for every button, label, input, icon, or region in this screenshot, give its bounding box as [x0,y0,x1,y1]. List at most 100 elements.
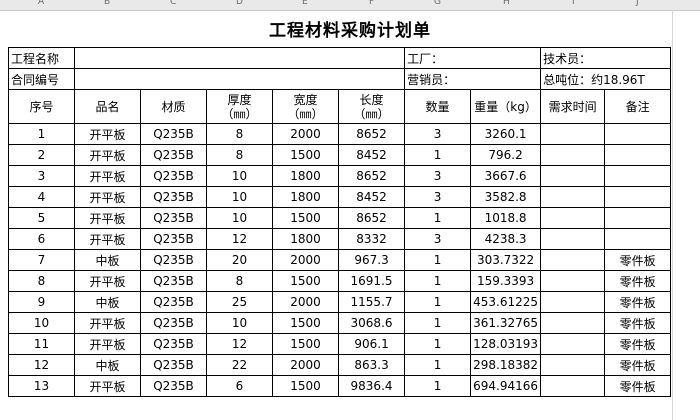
header-product[interactable]: 品名 [74,89,141,124]
cell-seq[interactable]: 7 [8,249,75,271]
cell-thickness[interactable]: 12 [206,228,273,250]
cell-length[interactable]: 9836.4 [337,375,406,397]
cell-width[interactable]: 1500 [272,312,339,334]
header-width[interactable]: 宽度 （㎜） [272,89,339,124]
factory-label[interactable]: 工厂： [404,47,542,69]
header-length[interactable]: 长度 （㎜） [337,89,406,124]
column-letter-b[interactable]: B [104,0,110,7]
cell-remark[interactable] [604,186,672,208]
column-letter-d[interactable]: D [236,0,243,7]
contract-label[interactable]: 合同编号 [8,68,75,90]
cell-width[interactable]: 2000 [272,123,339,145]
cell-thickness[interactable]: 10 [206,207,273,229]
cell-remark[interactable]: 零件板 [604,354,672,376]
cell-product[interactable]: 开平板 [74,123,141,145]
cell-remark[interactable] [604,207,672,229]
cell-length[interactable]: 863.3 [337,354,406,376]
header-remark[interactable]: 备注 [604,89,672,124]
cell-width[interactable]: 2000 [272,249,339,271]
column-letter-i[interactable]: I [572,0,575,7]
cell-req-time[interactable] [540,186,606,208]
cell-weight[interactable]: 298.18382 [470,354,542,376]
cell-seq[interactable]: 8 [8,270,75,292]
cell-seq[interactable]: 9 [8,291,75,313]
cell-seq[interactable]: 13 [8,375,75,397]
cell-material[interactable]: Q235B [140,249,207,271]
cell-product[interactable]: 开平板 [74,312,141,334]
cell-product[interactable]: 开平板 [74,165,141,187]
cell-qty[interactable]: 1 [404,354,472,376]
cell-weight[interactable]: 3582.8 [470,186,542,208]
cell-seq[interactable]: 4 [8,186,75,208]
cell-seq[interactable]: 5 [8,207,75,229]
cell-remark[interactable] [604,165,672,187]
cell-width[interactable]: 2000 [272,354,339,376]
cell-qty[interactable]: 1 [404,291,472,313]
cell-qty[interactable]: 1 [404,207,472,229]
cell-width[interactable]: 1500 [272,270,339,292]
contract-value[interactable] [73,68,406,90]
cell-weight[interactable]: 796.2 [470,144,542,166]
cell-weight[interactable]: 1018.8 [470,207,542,229]
cell-product[interactable]: 开平板 [74,333,141,355]
cell-qty[interactable]: 1 [404,270,472,292]
title-row[interactable]: 工程材料采购计划单 [0,11,700,46]
cell-seq[interactable]: 12 [8,354,75,376]
cell-length[interactable]: 967.3 [337,249,406,271]
cell-req-time[interactable] [540,207,606,229]
cell-width[interactable]: 1800 [272,228,339,250]
cell-width[interactable]: 1500 [272,375,339,397]
cell-material[interactable]: Q235B [140,123,207,145]
cell-thickness[interactable]: 25 [206,291,273,313]
cell-width[interactable]: 1500 [272,207,339,229]
cell-thickness[interactable]: 12 [206,333,273,355]
tech-label[interactable]: 技术员： [540,47,672,69]
cell-qty[interactable]: 3 [404,123,472,145]
cell-weight[interactable]: 128.03193 [470,333,542,355]
cell-seq[interactable]: 6 [8,228,75,250]
cell-weight[interactable]: 453.61225 [470,291,542,313]
cell-qty[interactable]: 3 [404,186,472,208]
cell-remark[interactable] [604,228,672,250]
cell-thickness[interactable]: 20 [206,249,273,271]
cell-qty[interactable]: 1 [404,333,472,355]
cell-qty[interactable]: 3 [404,165,472,187]
cell-req-time[interactable] [540,249,606,271]
sales-label[interactable]: 营销员： [404,68,542,90]
cell-remark[interactable] [604,123,672,145]
cell-thickness[interactable]: 8 [206,144,273,166]
cell-product[interactable]: 中板 [74,249,141,271]
column-letter-e[interactable]: E [302,0,308,7]
cell-length[interactable]: 1155.7 [337,291,406,313]
cell-width[interactable]: 1500 [272,144,339,166]
cell-material[interactable]: Q235B [140,375,207,397]
cell-material[interactable]: Q235B [140,270,207,292]
cell-length[interactable]: 8652 [337,207,406,229]
column-letter-a[interactable]: A [38,0,44,7]
column-letter-j[interactable]: J [636,0,639,7]
cell-thickness[interactable]: 10 [206,186,273,208]
cell-req-time[interactable] [540,354,606,376]
cell-material[interactable]: Q235B [140,186,207,208]
header-qty[interactable]: 数量 [404,89,472,124]
cell-product[interactable]: 中板 [74,291,141,313]
column-letter-h[interactable]: H [503,0,510,7]
cell-material[interactable]: Q235B [140,144,207,166]
cell-material[interactable]: Q235B [140,207,207,229]
cell-req-time[interactable] [540,270,606,292]
header-req-time[interactable]: 需求时间 [540,89,606,124]
cell-qty[interactable]: 1 [404,375,472,397]
cell-remark[interactable]: 零件板 [604,270,672,292]
cell-req-time[interactable] [540,228,606,250]
cell-seq[interactable]: 2 [8,144,75,166]
cell-weight[interactable]: 4238.3 [470,228,542,250]
cell-product[interactable]: 开平板 [74,375,141,397]
cell-length[interactable]: 8332 [337,228,406,250]
cell-thickness[interactable]: 10 [206,312,273,334]
cell-remark[interactable]: 零件板 [604,312,672,334]
cell-req-time[interactable] [540,165,606,187]
cell-product[interactable]: 开平板 [74,207,141,229]
cell-thickness[interactable]: 22 [206,354,273,376]
cell-material[interactable]: Q235B [140,312,207,334]
header-thickness[interactable]: 厚度 （㎜） [206,89,273,124]
